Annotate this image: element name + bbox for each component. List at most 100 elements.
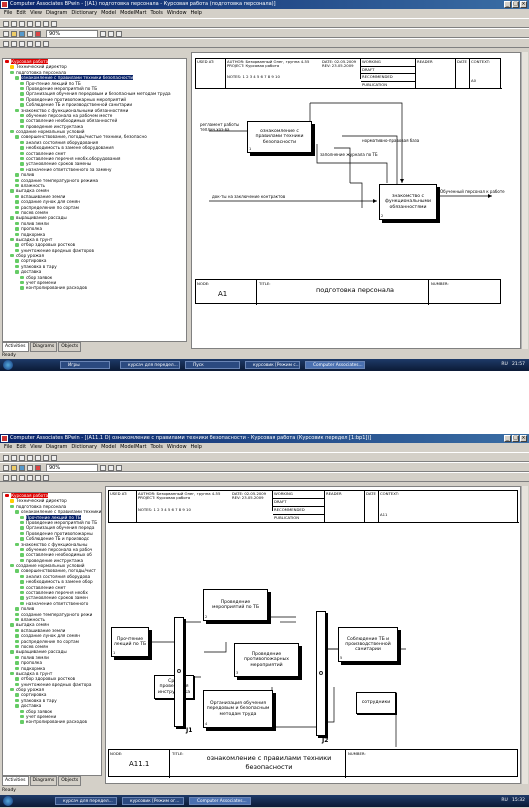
start-button[interactable] [3,796,13,806]
start-button[interactable] [3,360,13,370]
arrow-label-regulations[interactable]: регламент работы теплич.хоз-ва [200,122,245,132]
junction-tool-icon[interactable] [35,455,41,461]
minimize-button[interactable]: _ [504,435,511,442]
box-tool-icon[interactable] [11,455,17,461]
report-icon[interactable] [35,31,41,37]
arrow-label-contracts[interactable]: док-ты на заключение контрактов [212,194,285,200]
close-button[interactable]: × [520,435,527,442]
menu-diagram[interactable]: Diagram [46,443,67,452]
menu-edit[interactable]: Edit [16,443,26,452]
goto-child-icon[interactable] [51,455,57,461]
report-icon[interactable] [35,465,41,471]
activity-box-5[interactable]: Соблюдение ТБ и производственной санитар… [338,627,398,662]
menu-edit[interactable]: Edit [16,9,26,18]
menu-tools[interactable]: Tools [150,443,162,452]
modelmart-icon-1[interactable] [3,475,9,481]
zoom-in-icon[interactable] [100,465,106,471]
taskbar-item[interactable]: Игры [60,361,110,369]
modelmart-icon-1[interactable] [3,41,9,47]
tab-objects[interactable]: Objects [58,776,82,786]
box-tool-icon[interactable] [11,21,17,27]
language-indicator[interactable]: RU [501,798,507,803]
menu-modelmart[interactable]: ModelMart [120,443,146,452]
menu-dictionary[interactable]: Dictionary [71,443,97,452]
new-icon[interactable] [3,31,9,37]
save-icon[interactable] [19,31,25,37]
modelmart-icon-3[interactable] [19,41,25,47]
menu-diagram[interactable]: Diagram [46,9,67,18]
menu-model[interactable]: Model [101,9,116,18]
junction-j2[interactable]: O [316,611,326,736]
maximize-button[interactable]: □ [512,435,519,442]
open-icon[interactable] [11,31,17,37]
arrow-tool-icon[interactable] [19,455,25,461]
menu-dictionary[interactable]: Dictionary [71,9,97,18]
menu-window[interactable]: Window [167,9,187,18]
taskbar-item[interactable]: Computer Associates... [189,797,251,805]
taskbar-item[interactable]: курсовик [Режим ог... [122,797,184,805]
modelmart-icon-2[interactable] [11,475,17,481]
arrow-label-trained-staff[interactable]: Обученный персонал к работе [440,189,505,195]
pointer-tool-icon[interactable] [3,21,9,27]
pointer-tool-icon[interactable] [3,455,9,461]
modelmart-icon-2[interactable] [11,41,17,47]
modelmart-icon-6[interactable] [43,475,49,481]
text-tool-icon[interactable] [27,21,33,27]
taskbar-item[interactable]: Пуск [185,361,240,369]
menu-tools[interactable]: Tools [150,9,162,18]
close-button[interactable]: × [520,1,527,8]
modelmart-icon-6[interactable] [43,41,49,47]
print-icon[interactable] [27,31,33,37]
activity-box-3[interactable]: Проведение противопожарных мероприятий 3 [234,643,299,677]
modelmart-icon-4[interactable] [27,475,33,481]
zoom-select[interactable]: 90% [46,464,98,472]
minimize-button[interactable]: _ [504,1,511,8]
model-explorer-icon[interactable] [116,465,122,471]
reference-box-employees[interactable]: сотрудники [356,692,396,714]
save-icon[interactable] [19,465,25,471]
tab-objects[interactable]: Objects [58,342,82,352]
junction-tool-icon[interactable] [35,21,41,27]
model-explorer-icon[interactable] [116,31,122,37]
goto-parent-icon[interactable] [43,455,49,461]
vertical-scrollbar[interactable] [521,486,528,784]
open-icon[interactable] [11,465,17,471]
zoom-select[interactable]: 90% [46,30,98,38]
modelmart-icon-3[interactable] [19,475,25,481]
taskbar-item[interactable]: курсач для передел... [120,361,180,369]
model-explorer-tree[interactable]: Курсовая работа Технический директор подго… [2,492,102,776]
tab-diagrams[interactable]: Diagrams [29,342,58,352]
tree-item[interactable]: контролирование расходов [3,285,186,290]
diagram-canvas[interactable]: USED AT: AUTHOR: Безорванный Олег, групп… [105,486,521,784]
tab-activities[interactable]: Activities [2,776,29,786]
new-icon[interactable] [3,465,9,471]
tree-item[interactable]: контролирование расходов [3,719,101,724]
goto-child-icon[interactable] [51,21,57,27]
activity-box-4[interactable]: Организация обучения передовым и безопас… [203,690,273,728]
menu-window[interactable]: Window [167,443,187,452]
activity-box-1[interactable]: Прочтение лекций по ТБ 1 [111,627,149,657]
zoom-out-icon[interactable] [108,31,114,37]
menu-modelmart[interactable]: ModelMart [120,9,146,18]
goto-parent-icon[interactable] [43,21,49,27]
menu-file[interactable]: File [4,9,12,18]
language-indicator[interactable]: RU [501,362,507,367]
model-explorer-tree[interactable]: Курсовая работа Технический директор подго… [2,58,187,342]
arrow-tool-icon[interactable] [19,21,25,27]
taskbar-item[interactable]: Computer Associates... [305,361,365,369]
menu-model[interactable]: Model [101,443,116,452]
print-icon[interactable] [27,465,33,471]
text-tool-icon[interactable] [27,455,33,461]
tab-activities[interactable]: Activities [2,342,29,352]
zoom-out-icon[interactable] [108,465,114,471]
taskbar-item[interactable]: курсовик [Режим с... [245,361,300,369]
menu-view[interactable]: View [30,443,42,452]
modelmart-icon-4[interactable] [27,41,33,47]
maximize-button[interactable]: □ [512,1,519,8]
menu-file[interactable]: File [4,443,12,452]
zoom-in-icon[interactable] [100,31,106,37]
activity-box-2[interactable]: Проведение мероприятий по ТБ 2 [203,589,268,621]
arrow-label-journal[interactable]: заполнение журнала по ТБ [320,152,380,158]
diagram-canvas[interactable]: USED AT: AUTHOR: Безорванный Олег, групп… [191,52,521,349]
modelmart-icon-5[interactable] [35,41,41,47]
